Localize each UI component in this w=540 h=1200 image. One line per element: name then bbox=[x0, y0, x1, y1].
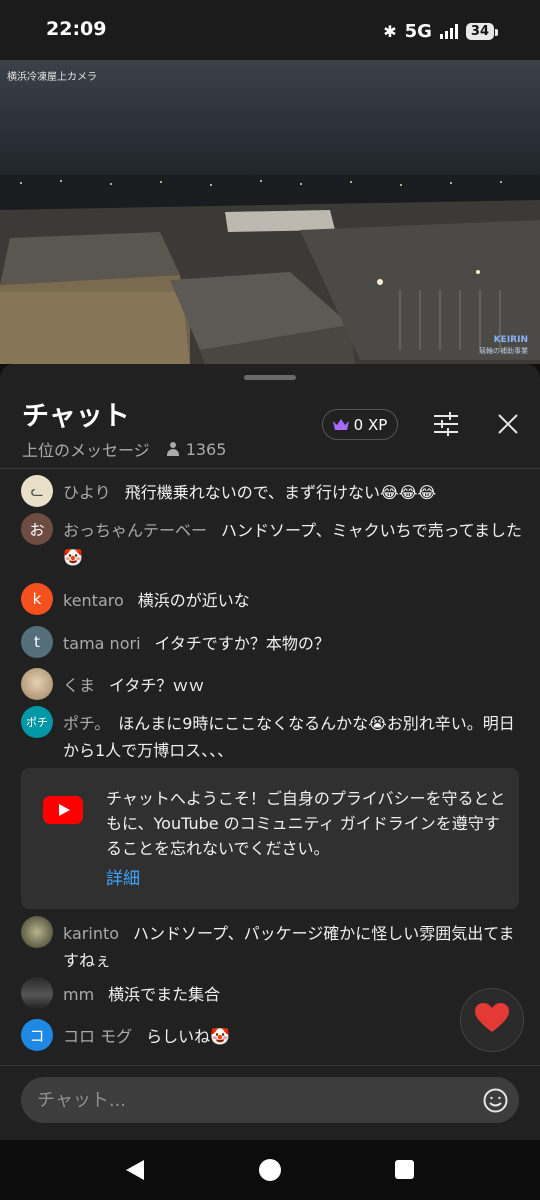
chat-input[interactable] bbox=[37, 1077, 457, 1123]
system-nav-bar bbox=[0, 1140, 540, 1200]
keirin-logo: KEIRIN 競輪の補助事業 bbox=[479, 335, 528, 356]
message-author[interactable]: kentaro bbox=[63, 591, 124, 610]
youtube-logo-icon bbox=[43, 796, 83, 824]
home-icon[interactable] bbox=[259, 1159, 281, 1181]
chat-message[interactable]: コ コロ モグ らしいね🤡 bbox=[21, 1019, 441, 1051]
avatar[interactable]: ᓚ bbox=[21, 475, 53, 507]
avatar[interactable]: ポチ bbox=[21, 706, 53, 738]
video-frame-image bbox=[0, 60, 540, 364]
heart-icon bbox=[475, 1003, 509, 1037]
chat-message[interactable]: k kentaro 横浜のが近いな bbox=[21, 583, 526, 615]
xp-button[interactable]: 0 XP bbox=[322, 409, 398, 440]
status-bar: 22:09 ✱ 5G 34 bbox=[0, 0, 540, 60]
message-author[interactable]: くま bbox=[63, 676, 95, 695]
status-icons: ✱ 5G 34 bbox=[383, 18, 499, 44]
keirin-logo-sub: 競輪の補助事業 bbox=[479, 346, 528, 355]
chat-message[interactable]: t tama nori イタチですか？本物の？ bbox=[21, 626, 526, 658]
camera-caption: 横浜冷凍屋上カメラ bbox=[7, 72, 97, 83]
person-icon bbox=[166, 442, 180, 456]
back-icon[interactable] bbox=[124, 1159, 146, 1185]
message-author[interactable]: mm bbox=[63, 985, 94, 1004]
avatar[interactable]: コ bbox=[21, 1019, 53, 1051]
chat-message[interactable]: ポチ ポチ。 ほんまに9時にここなくなるんかな😭お別れ辛い。明日から1人で万博ロス… bbox=[21, 706, 526, 764]
message-author[interactable]: tama nori bbox=[63, 634, 141, 653]
reaction-button[interactable] bbox=[460, 988, 524, 1052]
avatar[interactable]: お bbox=[21, 513, 53, 545]
chat-panel: チャット 上位のメッセージ 1365 0 XP ᓚ ひより 飛行機乗れないので、ま… bbox=[0, 364, 540, 1140]
header-divider bbox=[0, 468, 540, 469]
live-video[interactable]: 横浜冷凍屋上カメラ KEIRIN 競輪の補助事業 bbox=[0, 60, 540, 364]
battery-icon: 34 bbox=[465, 22, 499, 40]
drag-handle[interactable] bbox=[244, 375, 296, 380]
avatar[interactable] bbox=[21, 668, 53, 700]
message-text: 横浜のが近いな bbox=[137, 591, 250, 610]
filter-settings-icon[interactable] bbox=[432, 412, 460, 436]
message-author[interactable]: ポチ。 bbox=[63, 714, 110, 733]
chat-message[interactable]: mm 横浜でまた集合 bbox=[21, 977, 441, 1009]
chat-message[interactable]: くま イタチ？ｗｗ bbox=[21, 668, 526, 700]
message-author[interactable]: karinto bbox=[63, 924, 119, 943]
xp-label: 0 XP bbox=[353, 415, 388, 434]
message-author[interactable]: ひより bbox=[63, 483, 111, 502]
message-text: イタチですか？本物の？ bbox=[154, 634, 330, 653]
message-text: ハンドソープ、パッケージ確かに怪しい雰囲気出てますねぇ bbox=[63, 924, 515, 970]
message-text: らしいね🤡 bbox=[146, 1027, 231, 1046]
emoji-icon[interactable] bbox=[483, 1088, 508, 1113]
avatar[interactable] bbox=[21, 916, 53, 948]
close-icon[interactable] bbox=[496, 412, 520, 436]
chat-mode-label: 上位のメッセージ bbox=[22, 441, 150, 460]
chat-mode-selector[interactable]: 上位のメッセージ 1365 bbox=[22, 437, 226, 461]
recent-apps-icon[interactable] bbox=[395, 1160, 414, 1179]
input-divider bbox=[0, 1065, 540, 1066]
viewer-count: 1365 bbox=[185, 439, 227, 459]
avatar[interactable] bbox=[21, 977, 53, 1009]
signal-icon bbox=[439, 23, 458, 39]
bluetooth-icon: ✱ bbox=[383, 21, 397, 41]
status-time: 22:09 bbox=[46, 18, 107, 40]
crown-icon bbox=[332, 418, 349, 431]
chat-input-box[interactable] bbox=[21, 1077, 519, 1123]
cat-avatar-icon: ᓚ bbox=[30, 482, 44, 500]
message-text: ほんまに9時にここなくなるんかな😭お別れ辛い。明日から1人で万博ロス、、、 bbox=[63, 714, 515, 760]
message-text: イタチ？ｗｗ bbox=[109, 676, 205, 695]
chat-message[interactable]: お おっちゃんテーベー ハンドソープ、ミャクいちで売ってました🤡 bbox=[21, 513, 526, 571]
message-text: 横浜でまた集合 bbox=[108, 985, 221, 1004]
message-author[interactable]: コロ モグ bbox=[63, 1027, 132, 1046]
chat-message[interactable]: karinto ハンドソープ、パッケージ確かに怪しい雰囲気出てますねぇ bbox=[21, 916, 526, 974]
chat-message[interactable]: ᓚ ひより 飛行機乗れないので、まず行けない😂😂😂 bbox=[21, 475, 526, 507]
avatar[interactable]: t bbox=[21, 626, 53, 658]
welcome-text: チャットへようこそ！ご自身のプライバシーを守るとともに、YouTube のコミュ… bbox=[106, 789, 506, 858]
keirin-logo-title: KEIRIN bbox=[493, 335, 528, 346]
chat-title: チャット bbox=[22, 401, 130, 432]
message-text: 飛行機乗れないので、まず行けない😂😂😂 bbox=[124, 483, 437, 502]
network-type: 5G bbox=[404, 20, 432, 42]
avatar[interactable]: k bbox=[21, 583, 53, 615]
details-link[interactable]: 詳細 bbox=[106, 864, 140, 889]
message-author[interactable]: おっちゃんテーベー bbox=[63, 521, 207, 540]
welcome-notice: チャットへようこそ！ご自身のプライバシーを守るとともに、YouTube のコミュ… bbox=[21, 768, 519, 909]
